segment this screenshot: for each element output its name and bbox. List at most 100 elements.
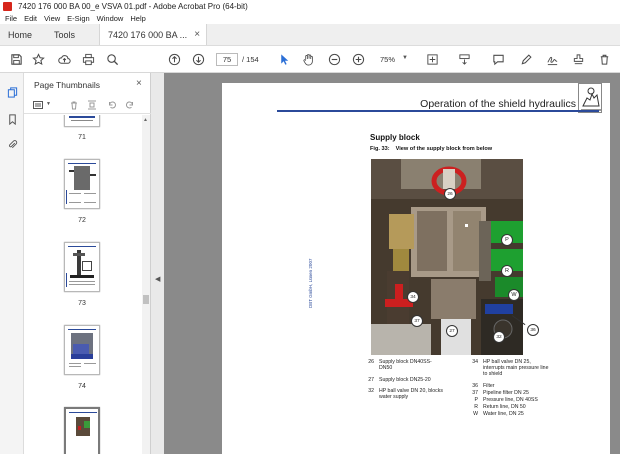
thumbnail-list[interactable]: 71 72 73 74 [24, 115, 142, 454]
callout-w: W [508, 289, 520, 301]
figure-caption-text: View of the supply block from below [395, 146, 493, 152]
thumbnail-label: 74 [78, 383, 86, 390]
panel-collapse-strip[interactable]: ◀ [151, 73, 164, 454]
figure-caption: Fig. 33: View of the supply block from be… [370, 146, 498, 152]
left-navigation-rail [0, 73, 24, 454]
scroll-mode-button[interactable] [456, 51, 473, 68]
title-bar: 7420 176 000 BA 00_e VSVA 01.pdf - Adobe… [0, 0, 620, 13]
scroll-up-icon[interactable]: ▲ [143, 117, 148, 123]
rotate-right-button[interactable] [124, 99, 136, 111]
signature-icon [547, 56, 558, 66]
callout-36: 36 [527, 324, 539, 336]
chevron-down-icon[interactable]: ▼ [402, 55, 408, 61]
menu-file[interactable]: File [5, 14, 17, 23]
find-button[interactable] [104, 51, 121, 68]
collapse-left-icon[interactable]: ◀ [155, 275, 160, 283]
arrow-up-circle-icon [168, 53, 181, 66]
panel-close-icon[interactable]: × [136, 78, 142, 89]
panel-toolbar: ▼ [24, 96, 151, 114]
page-thumbnails-panel: Page Thumbnails × ▼ 71 72 73 74 ▲ [24, 73, 151, 454]
section-title: Supply block [370, 133, 420, 142]
hand-icon [303, 54, 313, 66]
tab-document[interactable]: 7420 176 000 BA ... × [99, 24, 208, 45]
rotate-right-icon [126, 101, 134, 109]
legend-item: 32 HP ball valve DN 20, blocks water sup… [368, 388, 443, 400]
trash-icon [71, 101, 77, 110]
tab-close-icon[interactable]: × [194, 29, 200, 40]
delete-page-button[interactable] [68, 99, 80, 111]
page-thumbnail-selected[interactable] [64, 407, 100, 454]
trash-icon [600, 54, 609, 65]
menu-bar: File Edit View E-Sign Window Help [0, 13, 620, 24]
document-canvas[interactable]: Operation of the shield hydraulics Suppl… [164, 73, 620, 454]
menu-edit[interactable]: Edit [24, 14, 37, 23]
callout-37: 37 [411, 315, 423, 327]
page-thumbnail[interactable] [64, 115, 100, 127]
cursor-icon [281, 54, 289, 65]
legend-item: 26 Supply block DN40SS-DN50 [368, 359, 432, 371]
zoom-in-button[interactable] [350, 51, 367, 68]
legend-item: 37 Pipeline filter DN 25 [472, 390, 529, 396]
chevron-down-icon[interactable]: ▼ [46, 101, 51, 107]
page-thumbnail[interactable] [64, 325, 100, 375]
callout-p: P [501, 234, 513, 246]
tab-bar: Home Tools 7420 176 000 BA ... × [0, 24, 620, 46]
page-thumbnail[interactable] [64, 159, 100, 209]
menu-help[interactable]: Help [130, 14, 145, 23]
fit-page-icon [427, 54, 438, 65]
legend-item: 36 Filter [472, 383, 495, 389]
callout-27: 27 [446, 325, 458, 337]
save-button[interactable] [8, 51, 25, 68]
previous-page-button[interactable] [166, 51, 183, 68]
callout-r: R [501, 265, 513, 277]
rotate-left-icon [108, 101, 116, 109]
hand-tool-button[interactable] [300, 51, 317, 68]
callout-34: 34 [407, 291, 419, 303]
thumbnail-label: 73 [78, 300, 86, 307]
rotate-left-button[interactable] [106, 99, 118, 111]
comment-button[interactable] [490, 51, 507, 68]
cloud-upload-icon [58, 55, 71, 64]
insert-page-button[interactable] [86, 99, 98, 111]
panel-title: Page Thumbnails [34, 80, 100, 90]
page-number-input[interactable]: 75 [216, 53, 238, 66]
copyright-side-note: DBT GmbH, Lünen 2007 [308, 258, 313, 308]
pen-icon [521, 54, 532, 65]
thumbnail-options-button[interactable] [32, 99, 44, 111]
stamp-icon [573, 54, 584, 65]
next-page-button[interactable] [190, 51, 207, 68]
page-thumbnail[interactable] [64, 242, 100, 292]
menu-window[interactable]: Window [97, 14, 124, 23]
bookmarks-toggle[interactable] [5, 112, 19, 126]
thumbnail-scrollbar[interactable]: ▲ [142, 115, 150, 454]
attachments-toggle[interactable] [5, 137, 19, 151]
zoom-level-select[interactable]: 75% [380, 55, 395, 64]
menu-esign[interactable]: E-Sign [67, 14, 90, 23]
sign-button[interactable] [544, 51, 561, 68]
scrollbar-thumb[interactable] [143, 295, 149, 304]
tab-tools[interactable]: Tools [46, 24, 83, 45]
window-title: 7420 176 000 BA 00_e VSVA 01.pdf - Adobe… [18, 2, 248, 11]
highlight-button[interactable] [518, 51, 535, 68]
bookmark-button[interactable] [30, 51, 47, 68]
zoom-out-button[interactable] [326, 51, 343, 68]
tab-home[interactable]: Home [0, 24, 40, 45]
page-thumbnails-toggle[interactable] [5, 85, 19, 99]
insert-page-icon [88, 100, 96, 110]
legend-item: R Return line, DN 50 [474, 404, 526, 410]
delete-button[interactable] [596, 51, 613, 68]
plus-circle-icon [352, 53, 365, 66]
print-button[interactable] [80, 51, 97, 68]
supply-block-photo: 26 P R 34 W 37 27 32 [371, 159, 523, 355]
fit-page-button[interactable] [424, 51, 441, 68]
attach-button[interactable] [570, 51, 587, 68]
select-tool-button[interactable] [276, 51, 293, 68]
menu-view[interactable]: View [44, 14, 60, 23]
pdf-page: Operation of the shield hydraulics Suppl… [222, 83, 610, 454]
callout-26: 26 [444, 188, 456, 200]
paperclip-icon [8, 139, 17, 148]
upload-button[interactable] [56, 51, 73, 68]
legend-item: 27 Supply block DN25-20 [368, 377, 431, 383]
scroll-mode-icon [459, 54, 470, 65]
header-rule [277, 110, 599, 112]
